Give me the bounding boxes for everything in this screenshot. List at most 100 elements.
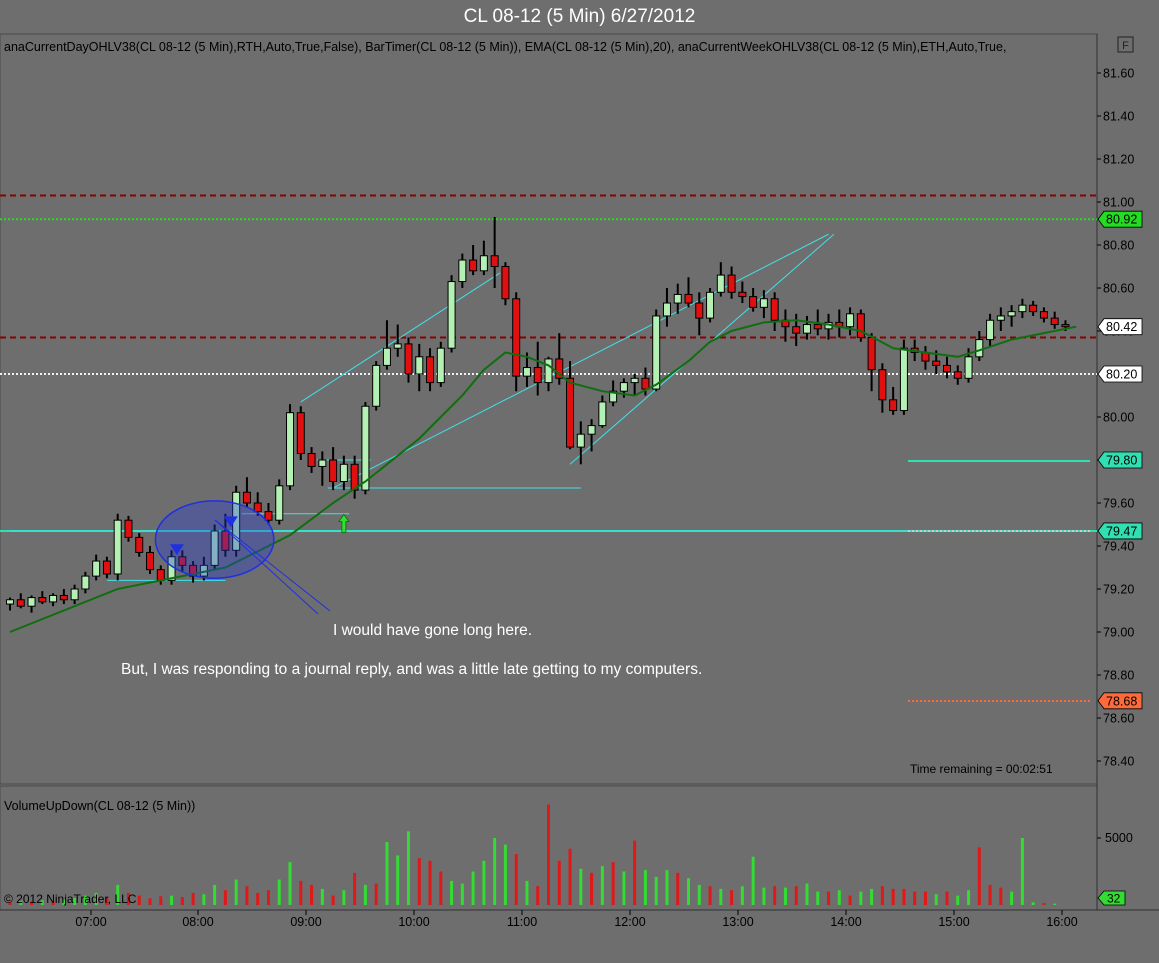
volume-bar-53 (579, 868, 583, 905)
volume-bar-36 (396, 855, 400, 905)
volume-bar-14 (159, 896, 163, 905)
x-tick-label-1: 08:00 (182, 915, 213, 929)
candle-body-90 (975, 339, 984, 358)
candle-body-12 (135, 536, 144, 553)
volume-bar-48 (525, 880, 529, 905)
volume-bar-51 (557, 860, 561, 905)
candle-body-54 (587, 425, 596, 435)
volume-bar-76 (827, 891, 831, 905)
volume-bar-41 (450, 880, 454, 905)
volume-bar-65 (708, 886, 712, 905)
volume-bar-38 (417, 858, 421, 905)
volume-bar-44 (482, 860, 486, 905)
volume-bar-52 (568, 848, 572, 905)
chart-canvas[interactable]: 5000 32 81.60 81.40 81.20 81.00 80.80 80.60 80.… (0, 0, 1159, 963)
candle-body-89 (964, 356, 973, 379)
volume-bar-33 (363, 884, 367, 905)
volume-bar-45 (493, 838, 497, 905)
y-tick-label-2: 81.20 (1103, 153, 1134, 167)
f-button-label: F (1122, 40, 1129, 52)
volume-bar-24 (266, 890, 270, 905)
candle-body-0 (6, 599, 14, 605)
candle-body-45 (490, 255, 499, 267)
volume-bar-56 (611, 862, 615, 905)
candle-body-43 (469, 259, 478, 272)
volume-bar-31 (342, 890, 346, 905)
volume-marker-label: 32 (1107, 892, 1121, 906)
volume-bar-32 (353, 872, 357, 905)
candle-body-41 (447, 281, 456, 349)
candle-body-95 (1029, 304, 1038, 313)
candle-body-1 (16, 599, 25, 607)
x-tick-label-7: 14:00 (830, 915, 861, 929)
y-tick-label-8: 80.00 (1103, 411, 1134, 425)
x-tick-label-0: 07:00 (75, 915, 106, 929)
y-tick-label-5: 80.60 (1103, 282, 1134, 296)
candle-body-40 (436, 347, 445, 384)
candle-body-47 (512, 298, 521, 377)
candle-body-55 (598, 401, 607, 427)
volume-bar-69 (751, 856, 755, 905)
candle-body-74 (802, 324, 811, 334)
volume-bar-85 (923, 891, 927, 905)
volume-bar-37 (406, 831, 410, 905)
candle-body-81 (878, 369, 887, 401)
volume-bar-18 (202, 894, 206, 905)
volume-bar-97 (1053, 903, 1057, 905)
volume-bar-22 (245, 886, 249, 905)
annotation-text-2: But, I was responding to a journal reply… (121, 661, 702, 678)
volume-bar-75 (816, 891, 820, 905)
candle-body-97 (1050, 317, 1059, 326)
volume-bar-73 (794, 886, 798, 905)
volume-bar-23 (256, 892, 260, 905)
candle-body-71 (770, 298, 779, 321)
y-tick-label-13: 79.00 (1103, 626, 1134, 640)
volume-bar-92 (999, 887, 1003, 905)
candle-body-37 (404, 343, 413, 375)
candle-body-70 (759, 298, 768, 308)
volume-bar-68 (740, 886, 744, 905)
volume-bar-66 (719, 888, 723, 905)
volume-bar-64 (697, 884, 701, 905)
candle-body-31 (339, 463, 348, 482)
x-tick-label-3: 10:00 (398, 915, 429, 929)
volume-bar-96 (1042, 902, 1046, 905)
price-marker-label-0: 80.92 (1106, 213, 1137, 227)
volume-bar-55 (600, 866, 604, 905)
candle-body-92 (996, 315, 1005, 321)
time-axis: 07:00 08:00 09:00 10:00 11:00 12:00 13:00 14:00… (75, 910, 1078, 929)
volume-bar-79 (859, 891, 863, 905)
y-tick-label-16: 78.40 (1103, 755, 1134, 769)
volume-bar-95 (1031, 902, 1035, 905)
volume-bar-86 (934, 894, 938, 905)
candle-body-65 (706, 291, 715, 319)
volume-caption: VolumeUpDown(CL 08-12 (5 Min)) (4, 799, 195, 813)
candle-body-2 (27, 597, 36, 607)
candle-body-36 (393, 343, 402, 349)
volume-bar-88 (956, 895, 960, 905)
annotation-drawings[interactable] (154, 500, 350, 615)
candle-body-11 (124, 519, 133, 538)
volume-bars: 5000 32 (8, 804, 1133, 906)
candle-body-59 (641, 377, 650, 390)
volume-bar-71 (773, 886, 777, 905)
volume-bar-63 (687, 878, 691, 905)
volume-bar-84 (913, 891, 917, 905)
ema-line (9, 319, 1077, 633)
candle-body-53 (576, 433, 585, 448)
copyright: © 2012 NinjaTrader, LLC (4, 892, 137, 906)
volume-bar-72 (783, 887, 787, 905)
time-remaining: Time remaining = 00:02:51 (910, 762, 1053, 776)
candle-body-80 (867, 336, 876, 371)
candle-body-42 (458, 259, 467, 283)
candle-body-78 (846, 313, 855, 328)
volume-bar-35 (385, 842, 389, 905)
candle-body-28 (307, 453, 316, 467)
candle-body-39 (426, 356, 435, 384)
y-tick-label-12: 79.20 (1103, 583, 1134, 597)
candle-body-44 (479, 255, 488, 272)
y-tick-label-11: 79.40 (1103, 540, 1134, 554)
candle-body-69 (749, 296, 758, 308)
price-axis: 81.6081.4081.2081.0080.8080.6080.4080.20… (1097, 67, 1134, 769)
candle-body-79 (856, 313, 865, 338)
